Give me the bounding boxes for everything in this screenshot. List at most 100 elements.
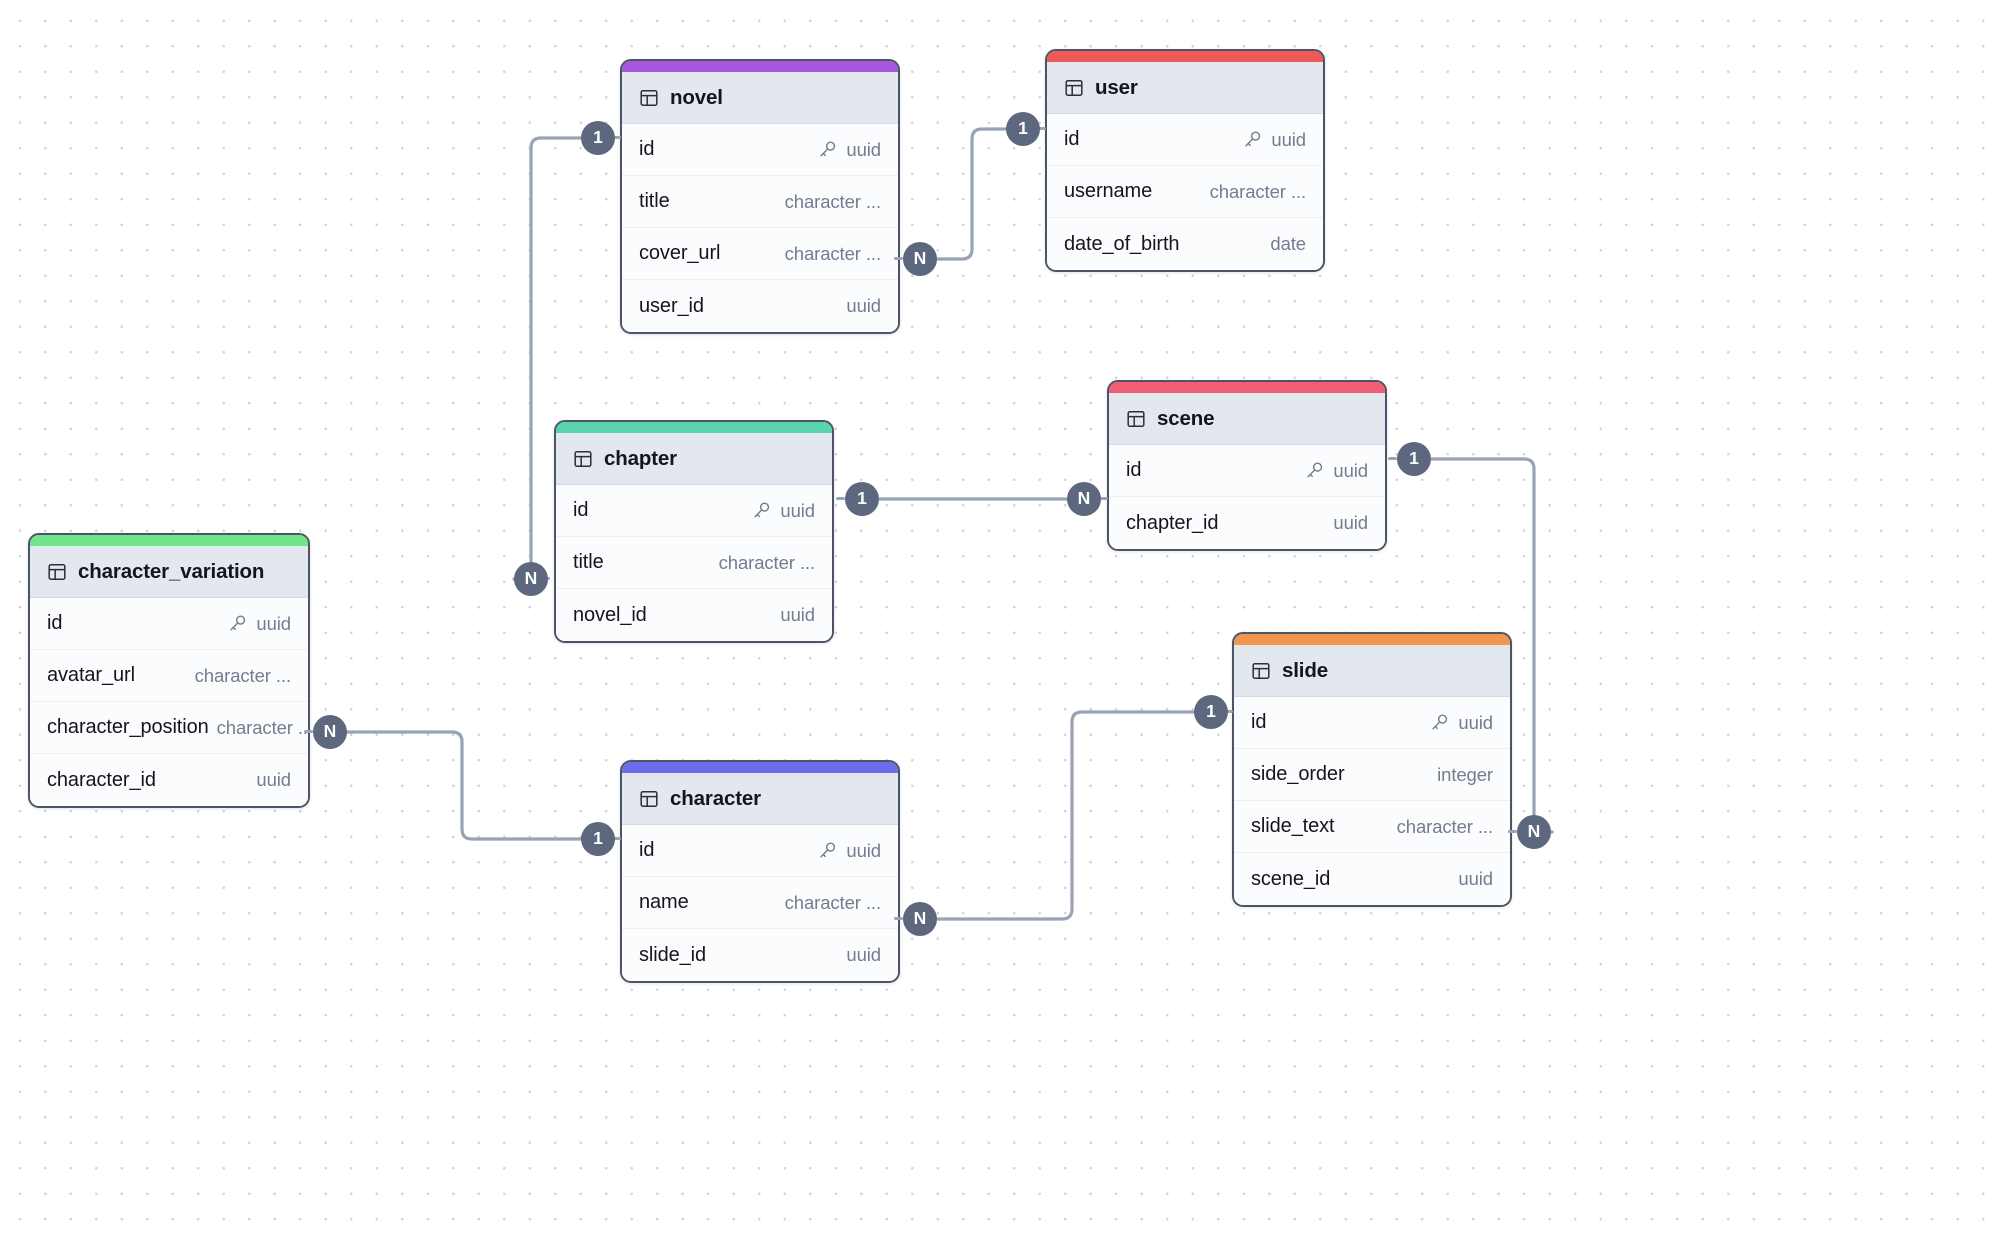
table-column-row[interactable]: id uuid bbox=[1109, 445, 1385, 497]
table-header-scene[interactable]: scene bbox=[1109, 393, 1385, 445]
relationship-edge-charvar-character[interactable] bbox=[345, 730, 583, 841]
column-type: date bbox=[1270, 233, 1306, 254]
edge-connector-stub bbox=[304, 730, 313, 734]
table-name: novel bbox=[670, 85, 723, 109]
column-meta: uuid bbox=[1243, 129, 1306, 151]
column-type: character ... bbox=[1209, 180, 1306, 202]
table-node-scene[interactable]: scene id uuid chapter_id uuid bbox=[1107, 380, 1387, 551]
table-column-row[interactable]: date_of_birth date bbox=[1047, 218, 1323, 270]
table-icon bbox=[574, 450, 592, 467]
column-meta: character ... bbox=[719, 552, 815, 574]
table-icon bbox=[640, 790, 658, 807]
column-type: character ... bbox=[784, 190, 881, 212]
table-name: character bbox=[670, 786, 761, 810]
table-header-character_variation[interactable]: character_variation bbox=[30, 546, 308, 598]
table-column-row[interactable]: slide_id uuid bbox=[622, 929, 898, 981]
table-header-slide[interactable]: slide bbox=[1234, 645, 1510, 697]
table-icon bbox=[1127, 410, 1145, 427]
table-header-character[interactable]: character bbox=[622, 773, 898, 825]
table-name: chapter bbox=[604, 446, 678, 470]
cardinality-badge[interactable]: 1 bbox=[845, 482, 879, 516]
cardinality-badge[interactable]: 1 bbox=[1006, 112, 1040, 146]
edge-connector-stub bbox=[1388, 457, 1397, 461]
column-name: name bbox=[639, 891, 689, 913]
cardinality-badge[interactable]: 1 bbox=[581, 121, 615, 155]
column-name: id bbox=[639, 138, 655, 160]
column-meta: uuid bbox=[846, 295, 881, 317]
table-column-row[interactable]: novel_id uuid bbox=[556, 589, 832, 641]
column-type: uuid bbox=[1333, 512, 1368, 533]
cardinality-badge[interactable]: N bbox=[1517, 815, 1551, 849]
table-column-row[interactable]: avatar_url character ... bbox=[30, 650, 308, 702]
column-meta: uuid bbox=[1333, 512, 1368, 534]
table-column-row[interactable]: cover_url character ... bbox=[622, 228, 898, 280]
table-column-row[interactable]: id uuid bbox=[30, 598, 308, 650]
column-type: uuid bbox=[1458, 868, 1493, 889]
column-meta: uuid bbox=[1305, 460, 1368, 482]
cardinality-badge[interactable]: 1 bbox=[581, 822, 615, 856]
table-column-row[interactable]: id uuid bbox=[622, 124, 898, 176]
table-column-row[interactable]: side_order integer bbox=[1234, 749, 1510, 801]
table-column-row[interactable]: scene_id uuid bbox=[1234, 853, 1510, 905]
cardinality-badge[interactable]: N bbox=[1067, 482, 1101, 516]
table-node-novel[interactable]: novel id uuid title character ... cover_url ch… bbox=[620, 59, 900, 334]
table-column-row[interactable]: user_id uuid bbox=[622, 280, 898, 332]
table-column-row[interactable]: username character ... bbox=[1047, 166, 1323, 218]
column-meta: uuid bbox=[1430, 712, 1493, 734]
primary-key-icon bbox=[1432, 714, 1448, 730]
table-column-row[interactable]: name character ... bbox=[622, 877, 898, 929]
relationship-edge-character-slide[interactable] bbox=[936, 710, 1196, 921]
table-node-character[interactable]: character id uuid name character ... slide_id… bbox=[620, 760, 900, 983]
cardinality-badge[interactable]: N bbox=[313, 715, 347, 749]
cardinality-badge[interactable]: N bbox=[514, 562, 548, 596]
table-name: scene bbox=[1157, 406, 1215, 430]
primary-key-icon bbox=[1307, 462, 1323, 478]
cardinality-badge[interactable]: N bbox=[903, 242, 937, 276]
table-header-user[interactable]: user bbox=[1047, 62, 1323, 114]
cardinality-badge[interactable]: 1 bbox=[1194, 695, 1228, 729]
column-name: id bbox=[47, 612, 63, 634]
table-column-row[interactable]: title character ... bbox=[622, 176, 898, 228]
table-accent-bar bbox=[622, 762, 898, 773]
cardinality-badge[interactable]: 1 bbox=[1397, 442, 1431, 476]
column-type: uuid bbox=[256, 612, 291, 634]
column-meta: uuid bbox=[1458, 868, 1493, 890]
column-name: novel_id bbox=[573, 603, 647, 626]
column-meta: uuid bbox=[752, 500, 815, 522]
table-column-row[interactable]: title character ... bbox=[556, 537, 832, 589]
table-column-row[interactable]: id uuid bbox=[622, 825, 898, 877]
edge-connector-stub bbox=[894, 917, 903, 921]
table-column-row[interactable]: chapter_id uuid bbox=[1109, 497, 1385, 549]
primary-key-icon bbox=[820, 141, 836, 157]
column-name: id bbox=[639, 839, 655, 861]
cardinality-badge[interactable]: N bbox=[903, 902, 937, 936]
column-name: side_order bbox=[1251, 763, 1345, 785]
column-type: character ... bbox=[718, 551, 815, 573]
column-name: character_position bbox=[47, 716, 209, 738]
table-column-row[interactable]: character_id uuid bbox=[30, 754, 308, 806]
column-type: integer bbox=[1437, 763, 1493, 785]
column-name: character_id bbox=[47, 768, 156, 791]
table-column-row[interactable]: id uuid bbox=[556, 485, 832, 537]
table-column-row[interactable]: character_position character ... bbox=[30, 702, 308, 754]
table-column-row[interactable]: id uuid bbox=[1234, 697, 1510, 749]
table-name: user bbox=[1095, 75, 1138, 99]
table-accent-bar bbox=[30, 535, 308, 546]
column-type: uuid bbox=[1271, 128, 1306, 150]
table-column-row[interactable]: id uuid bbox=[1047, 114, 1323, 166]
column-type: character ... bbox=[1396, 815, 1493, 837]
table-node-user[interactable]: user id uuid username character ... date_of_b… bbox=[1045, 49, 1325, 272]
column-name: id bbox=[1251, 711, 1267, 733]
column-name: id bbox=[573, 499, 589, 521]
table-icon bbox=[1065, 79, 1083, 96]
relationship-edge-novel-user[interactable] bbox=[936, 127, 1008, 261]
column-type: uuid bbox=[846, 839, 881, 861]
table-node-chapter[interactable]: chapter id uuid title character ... novel_id u… bbox=[554, 420, 834, 643]
table-header-novel[interactable]: novel bbox=[622, 72, 898, 124]
table-column-row[interactable]: slide_text character ... bbox=[1234, 801, 1510, 853]
column-type: character ... bbox=[194, 664, 291, 686]
table-node-character_variation[interactable]: character_variationid uuid avatar_url chara… bbox=[28, 533, 310, 808]
table-node-slide[interactable]: slide id uuid side_order integer slide_text ch… bbox=[1232, 632, 1512, 907]
erd-canvas[interactable]: novel id uuid title character ... cover_url ch… bbox=[0, 0, 2000, 1240]
table-header-chapter[interactable]: chapter bbox=[556, 433, 832, 485]
